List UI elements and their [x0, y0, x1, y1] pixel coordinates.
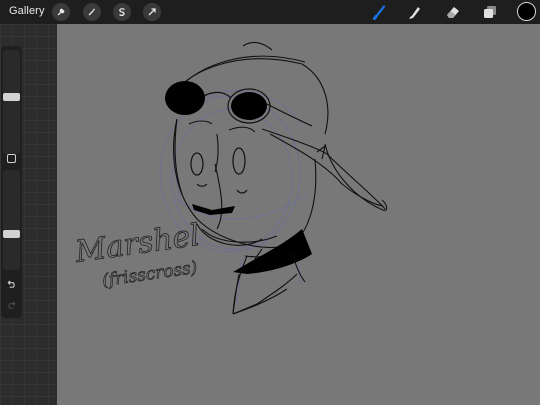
modify-button[interactable] [7, 154, 16, 163]
redo-icon[interactable] [5, 299, 18, 312]
eraser-icon[interactable] [444, 3, 462, 21]
magic-wand-icon[interactable] [83, 3, 101, 21]
opacity-slider[interactable] [3, 170, 20, 270]
sketch-artwork: Marshel (frisscross) [72, 41, 388, 315]
brush-size-thumb[interactable] [3, 93, 20, 102]
gallery-button[interactable]: Gallery [9, 5, 45, 17]
brush-icon[interactable] [371, 3, 389, 21]
color-picker-swatch[interactable] [517, 2, 536, 21]
opacity-thumb[interactable] [3, 229, 20, 238]
layers-icon[interactable] [481, 3, 499, 21]
sidebar-panel [1, 46, 22, 318]
smudge-icon[interactable] [405, 3, 423, 21]
drawing-canvas[interactable]: Marshel (frisscross) [57, 24, 540, 405]
undo-icon[interactable] [5, 278, 18, 291]
wrench-icon[interactable] [52, 3, 70, 21]
brush-size-slider[interactable] [3, 50, 20, 154]
top-toolbar: Gallery [0, 0, 540, 24]
selection-s-icon[interactable] [113, 3, 131, 21]
transform-arrow-icon[interactable] [143, 3, 161, 21]
